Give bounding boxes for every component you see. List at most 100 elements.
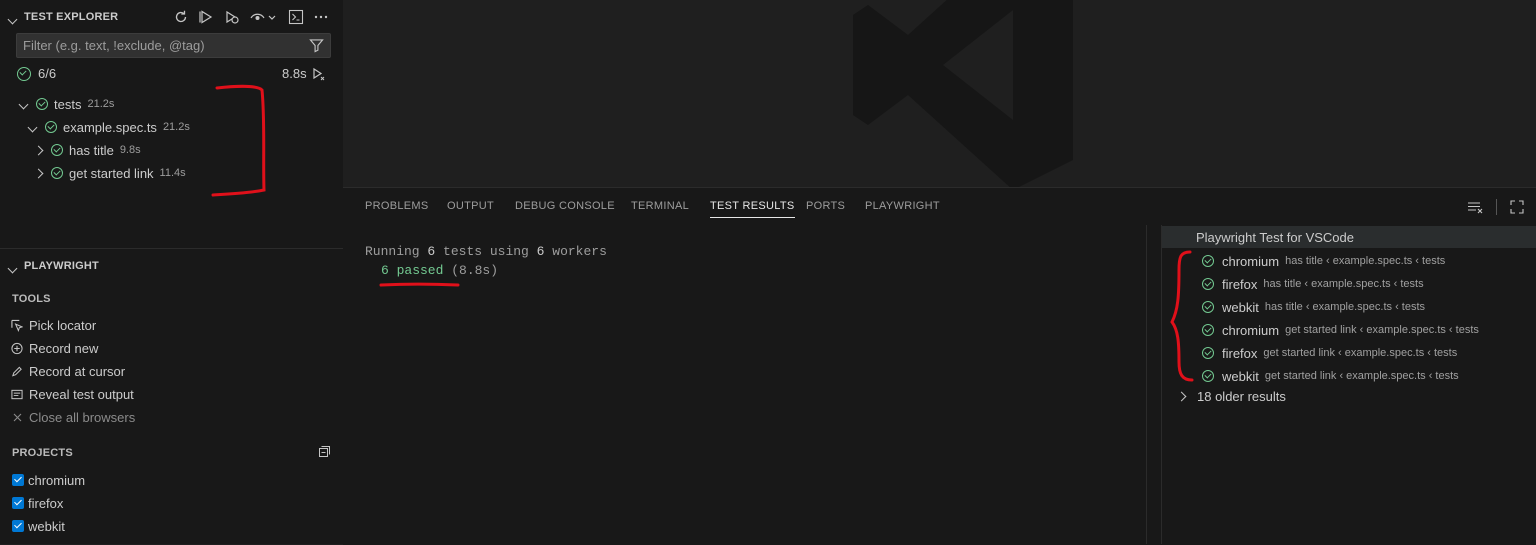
- refresh-icon[interactable]: [172, 8, 190, 26]
- project-label: chromium: [28, 472, 86, 488]
- result-item[interactable]: chromium has title ‹ example.spec.ts ‹ t…: [1202, 251, 1445, 271]
- terminal-icon[interactable]: [287, 8, 305, 26]
- result-project: webkit: [1222, 368, 1259, 384]
- output-passed-duration: (8.8s): [443, 263, 499, 278]
- output-text: tests using: [435, 244, 537, 259]
- project-label: firefox: [28, 495, 64, 511]
- result-item[interactable]: firefox has title ‹ example.spec.ts ‹ te…: [1202, 274, 1424, 294]
- pass-icon: [1202, 301, 1214, 313]
- chevron-down-icon[interactable]: [7, 11, 18, 26]
- reveal-output-icon: [11, 388, 23, 400]
- chevron-right-icon: [1176, 391, 1187, 402]
- summary-duration-group: 8.8s: [282, 66, 326, 81]
- results-splitter[interactable]: [1146, 225, 1147, 544]
- chevron-down-icon[interactable]: [7, 260, 18, 275]
- tree-duration: 21.2s: [87, 98, 115, 110]
- vscode-watermark-icon: [853, 0, 1073, 187]
- tree-item-tests[interactable]: tests 21.2s: [18, 94, 115, 114]
- result-path: get started link ‹ example.spec.ts ‹ tes…: [1285, 324, 1479, 336]
- record-new-icon: [11, 342, 23, 354]
- tool-label: Record new: [29, 340, 99, 356]
- summary: 6/6: [17, 66, 56, 81]
- run-all-icon[interactable]: [197, 8, 215, 26]
- result-item[interactable]: webkit has title ‹ example.spec.ts ‹ tes…: [1202, 297, 1425, 317]
- debug-all-icon[interactable]: [221, 8, 241, 26]
- playwright-title[interactable]: PLAYWRIGHT: [24, 260, 99, 272]
- clear-results-icon[interactable]: [1467, 199, 1485, 218]
- more-icon[interactable]: [312, 8, 330, 26]
- pass-icon: [1202, 324, 1214, 336]
- chevron-right-icon: [33, 168, 44, 178]
- result-project: chromium: [1222, 322, 1280, 338]
- project-label: webkit: [28, 518, 65, 534]
- tree-item-has-title[interactable]: has title 9.8s: [33, 140, 141, 160]
- pass-icon: [1202, 278, 1214, 290]
- output-text: workers: [544, 244, 607, 259]
- tab-output[interactable]: OUTPUT: [447, 200, 494, 212]
- record-at-cursor-item[interactable]: Record at cursor: [11, 361, 125, 381]
- test-explorer-title[interactable]: TEST EXPLORER: [24, 11, 118, 23]
- result-path: get started link ‹ example.spec.ts ‹ tes…: [1263, 347, 1458, 359]
- output-passed-line: 6 passed (8.8s): [381, 263, 498, 278]
- tab-debug-console[interactable]: DEBUG CONSOLE: [515, 200, 615, 212]
- toolbar-divider: [1496, 199, 1497, 215]
- checkbox-icon[interactable]: [12, 497, 24, 509]
- pass-icon: [36, 98, 48, 110]
- checkbox-icon[interactable]: [12, 520, 24, 532]
- tool-label: Close all browsers: [29, 409, 136, 425]
- chevron-right-icon: [33, 145, 44, 155]
- output-passed: 6 passed: [381, 263, 444, 278]
- older-results-row[interactable]: 18 older results: [1176, 389, 1286, 404]
- close-all-browsers-item[interactable]: Close all browsers: [11, 407, 135, 427]
- checkbox-icon[interactable]: [12, 474, 24, 486]
- project-webkit[interactable]: webkit: [12, 516, 65, 536]
- projects-heading: PROJECTS: [12, 447, 73, 459]
- tab-problems[interactable]: PROBLEMS: [365, 200, 429, 212]
- tree-duration: 9.8s: [119, 144, 141, 156]
- filter-icon[interactable]: [309, 38, 324, 56]
- maximize-panel-icon[interactable]: [1509, 199, 1525, 218]
- result-item[interactable]: firefox get started link ‹ example.spec.…: [1202, 343, 1457, 363]
- sidebar: TEST EXPLORER 6/6 8.8s tests 2: [0, 0, 343, 544]
- result-path: has title ‹ example.spec.ts ‹ tests: [1263, 278, 1424, 290]
- pass-icon: [51, 167, 63, 179]
- tree-label: has title: [69, 142, 114, 158]
- tool-label: Record at cursor: [29, 363, 126, 379]
- tree-duration: 21.2s: [162, 121, 190, 133]
- rerun-icon[interactable]: [310, 66, 326, 81]
- tab-playwright[interactable]: PLAYWRIGHT: [865, 200, 940, 212]
- output-text: Running: [365, 244, 428, 259]
- tab-ports[interactable]: PORTS: [806, 200, 845, 212]
- result-project: firefox: [1222, 345, 1258, 361]
- output-running-line: Running 6 tests using 6 workers: [365, 244, 607, 259]
- watch-icon[interactable]: [248, 8, 278, 26]
- result-project: firefox: [1222, 276, 1258, 292]
- results-header-row[interactable]: Playwright Test for VSCode: [1162, 226, 1536, 248]
- record-new-item[interactable]: Record new: [11, 338, 98, 358]
- reveal-test-output-item[interactable]: Reveal test output: [11, 384, 134, 404]
- result-item[interactable]: chromium get started link ‹ example.spec…: [1202, 320, 1479, 340]
- filter-input[interactable]: [23, 38, 293, 53]
- result-project: chromium: [1222, 253, 1280, 269]
- section-divider: [0, 248, 343, 249]
- pick-locator-item[interactable]: Pick locator: [11, 315, 96, 335]
- summary-count: 6/6: [38, 66, 57, 81]
- editor-area: [343, 0, 1536, 187]
- tab-test-results[interactable]: TEST RESULTS: [710, 200, 795, 218]
- annotation-bracket: [211, 84, 266, 197]
- tree-item-example-spec[interactable]: example.spec.ts 21.2s: [27, 117, 190, 137]
- collapse-all-icon[interactable]: [318, 445, 331, 461]
- result-item[interactable]: webkit get started link ‹ example.spec.t…: [1202, 366, 1459, 386]
- pass-icon: [1202, 347, 1214, 359]
- tab-terminal[interactable]: TERMINAL: [631, 200, 689, 212]
- record-cursor-icon: [11, 365, 23, 377]
- project-chromium[interactable]: chromium: [12, 470, 85, 490]
- close-icon: [11, 411, 23, 423]
- tree-item-get-started-link[interactable]: get started link 11.4s: [33, 163, 186, 183]
- pass-icon: [45, 121, 57, 133]
- older-results-label: 18 older results: [1197, 389, 1286, 404]
- tree-label: example.spec.ts: [63, 119, 157, 135]
- pick-locator-icon: [11, 319, 23, 332]
- project-firefox[interactable]: firefox: [12, 493, 63, 513]
- tree-label: get started link: [69, 165, 154, 181]
